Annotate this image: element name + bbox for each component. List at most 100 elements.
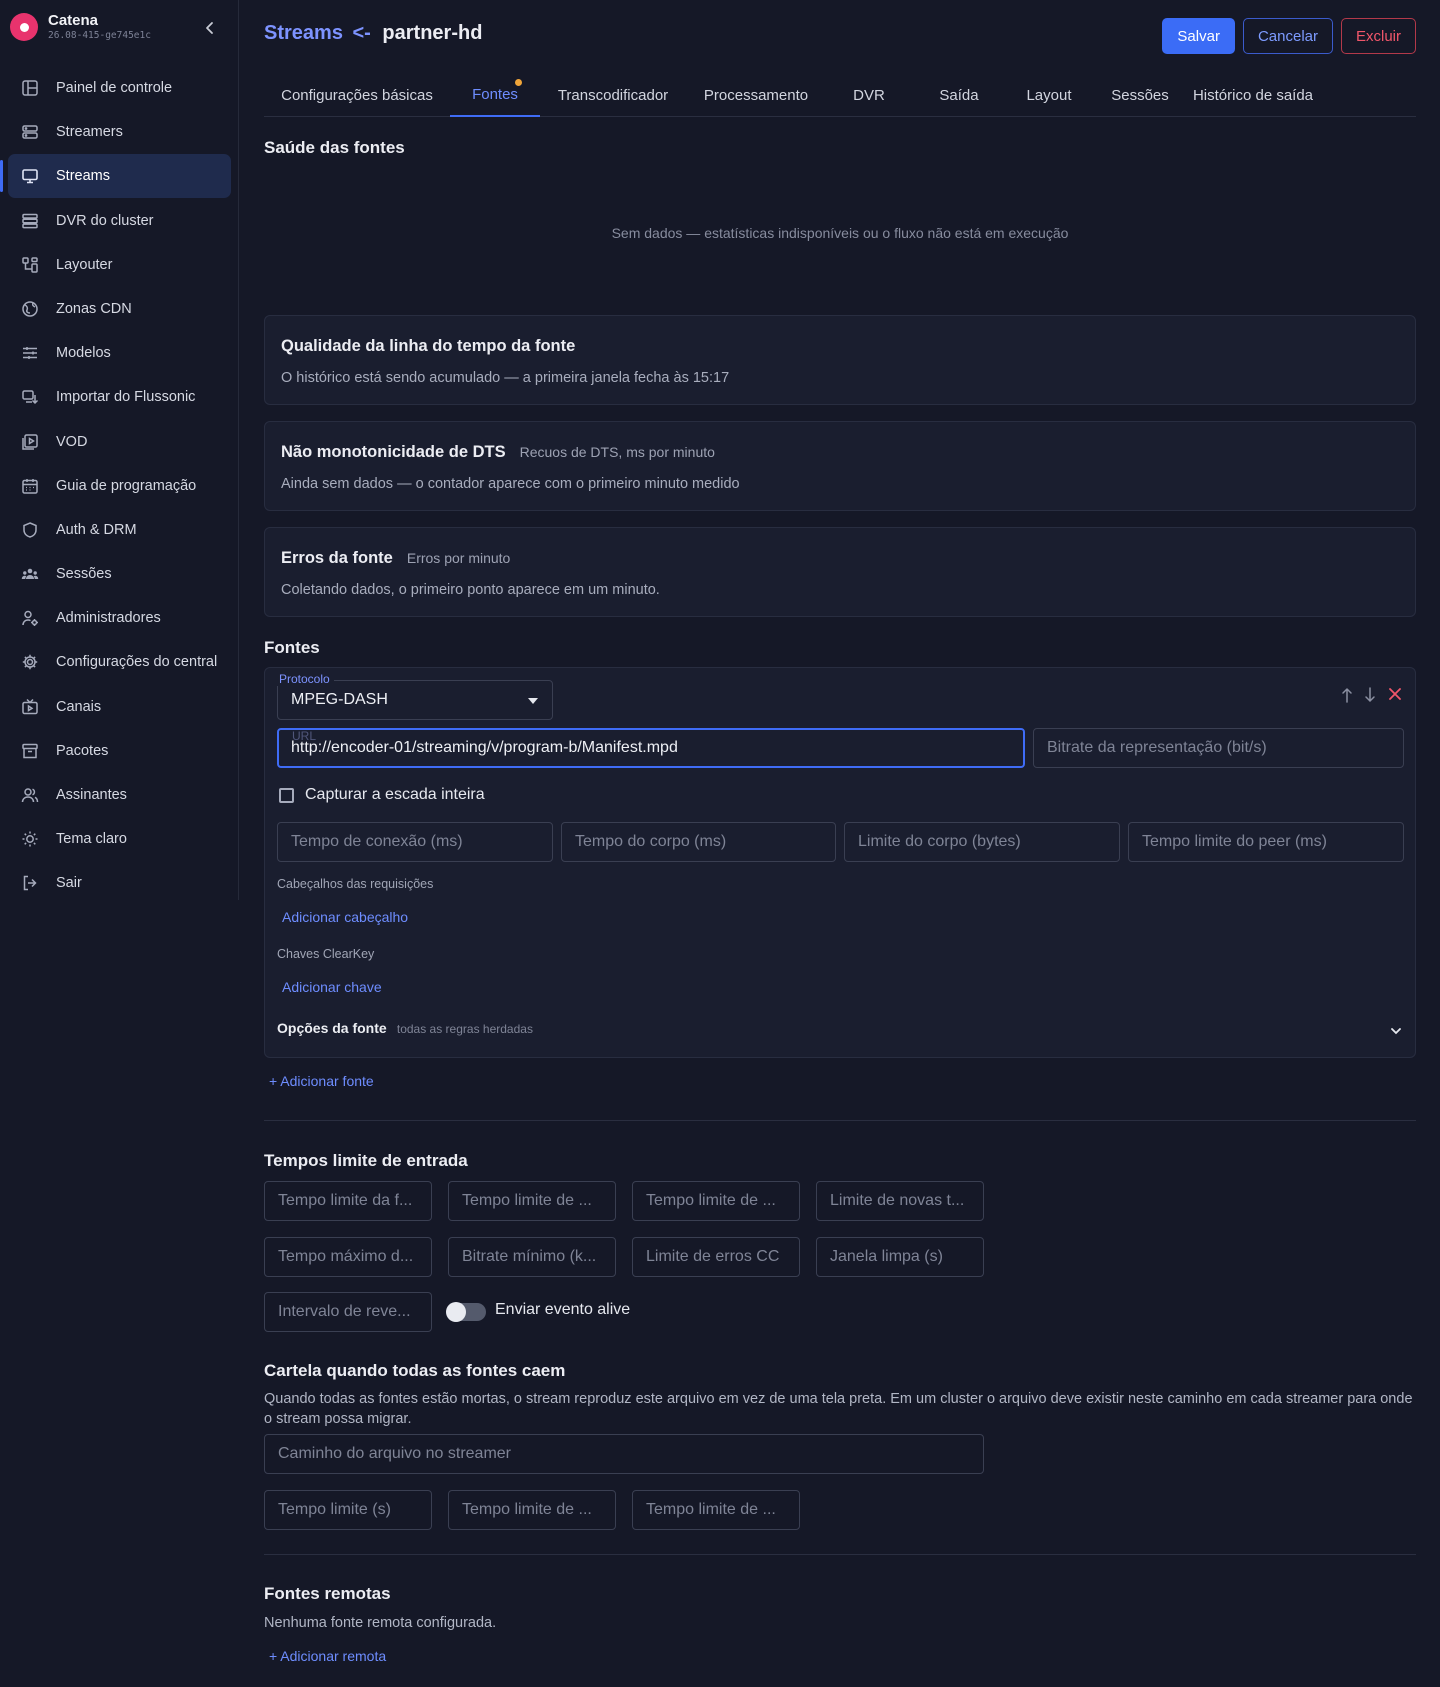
logo [10,13,38,41]
sidebar-item-dvr[interactable]: DVR do cluster [8,199,231,243]
sidebar-item-vod[interactable]: VOD [8,420,231,464]
tab-dvr[interactable]: DVR [826,74,912,117]
card-title: Qualidade da linha do tempo da fonte [281,337,576,355]
protocol-label: Protocolo [275,672,334,686]
sidebar-nav: Painel de controle Streamers Streams DVR… [0,66,231,906]
retry-limit-input[interactable]: Limite de novas t... [816,1181,984,1221]
arrow-up-icon [1342,687,1352,703]
remove-source-button[interactable] [1385,684,1405,704]
timeout-input-3[interactable]: Tempo limite de ... [632,1181,800,1221]
min-bitrate-input[interactable]: Bitrate mínimo (k... [448,1237,616,1277]
slate-timeout-input-3[interactable]: Tempo limite de ... [632,1490,800,1530]
body-limit-input[interactable]: Limite do corpo (bytes) [844,822,1120,862]
sidebar-item-label: Assinantes [56,787,127,803]
connect-timeout-input[interactable]: Tempo de conexão (ms) [277,822,553,862]
add-source-link[interactable]: + Adicionar fonte [269,1073,374,1089]
tab-layout[interactable]: Layout [1006,74,1092,117]
sidebar-item-subscribers[interactable]: Assinantes [8,773,231,817]
layout-icon [20,255,40,275]
dts-subtitle: Recuos de DTS, ms por minuto [519,444,715,460]
collapse-sidebar-button[interactable] [200,18,220,38]
sidebar-item-central-settings[interactable]: Configurações do central [8,640,231,684]
source-timeout-input[interactable]: Tempo limite da f... [264,1181,432,1221]
breadcrumb-streams-link[interactable]: Streams [264,22,343,44]
capture-ladder-checkbox[interactable] [279,788,294,803]
tab-processing[interactable]: Processamento [686,74,826,117]
cc-error-limit-input[interactable]: Limite de erros CC [632,1237,800,1277]
page-header: Streams <- partner-hd Salvar Cancelar Ex… [264,18,1416,58]
placeholder: Tempo limite da f... [278,1192,413,1209]
move-up-button[interactable] [1337,685,1357,705]
close-icon [1389,688,1401,700]
source-options-toggle[interactable]: Opções da fonte todas as regras herdadas [277,1020,1405,1042]
sidebar-item-channels[interactable]: Canais [8,685,231,729]
sliders-icon [20,343,40,363]
add-header-link[interactable]: Adicionar cabeçalho [282,909,408,925]
sidebar-item-label: Layouter [56,256,113,273]
sidebar-item-epg[interactable]: Guia de programação [8,464,231,508]
import-icon [20,387,40,407]
url-input[interactable]: http://encoder-01/streaming/v/program-b/… [277,728,1025,768]
play-icon [20,432,40,452]
clean-window-input[interactable]: Janela limpa (s) [816,1237,984,1277]
sidebar-item-sessions[interactable]: Sessões [8,552,231,596]
slate-timeout-input[interactable]: Tempo limite (s) [264,1490,432,1530]
url-label: URL [292,729,317,743]
dts-title: Não monotonicidade de DTS [281,443,506,461]
source-errors-card: Erros da fonte Erros por minuto Coletando… [264,527,1416,617]
tab-transcoder[interactable]: Transcodificador [540,74,686,117]
peer-timeout-input[interactable]: Tempo limite do peer (ms) [1128,822,1404,862]
tab-sessions[interactable]: Sessões [1092,74,1188,117]
tab-bar: Configurações básicas Fontes Transcodifi… [264,74,1416,117]
protocol-select[interactable]: MPEG-DASH [277,680,553,720]
globe-icon [20,299,40,319]
sidebar-item-templates[interactable]: Modelos [8,331,231,375]
sidebar-item-streams[interactable]: Streams [0,154,231,199]
sidebar-item-admins[interactable]: Administradores [8,596,231,640]
sidebar-item-dashboard[interactable]: Painel de controle [8,66,231,110]
sidebar-item-packages[interactable]: Pacotes [8,729,231,773]
sidebar-item-label: Configurações do central [56,654,218,671]
representation-bitrate-input[interactable]: Bitrate da representação (bit/s) [1033,728,1404,768]
placeholder: Limite de novas t... [830,1192,965,1209]
sidebar-item-streamers[interactable]: Streamers [8,110,231,154]
cancel-button[interactable]: Cancelar [1242,18,1333,54]
tab-sources[interactable]: Fontes [450,74,540,117]
timeout-input-2[interactable]: Tempo limite de ... [448,1181,616,1221]
users-icon [20,785,40,805]
add-remote-link[interactable]: + Adicionar remota [269,1648,386,1664]
caret-down-icon [528,698,538,704]
placeholder: Tempo limite do peer (ms) [1142,833,1327,850]
move-down-button[interactable] [1360,685,1380,705]
gear-icon [20,652,40,672]
tab-output[interactable]: Saída [912,74,1006,117]
app-name: Catena [48,12,99,29]
source-options-subtitle: todas as regras herdadas [396,1022,533,1036]
sidebar-item-layouter[interactable]: Layouter [8,243,231,287]
slate-timeout-input-2[interactable]: Tempo limite de ... [448,1490,616,1530]
tab-output-history[interactable]: Histórico de saída [1188,74,1318,117]
delete-button[interactable]: Excluir [1340,18,1416,54]
placeholder: Bitrate da representação (bit/s) [1047,739,1267,756]
clearkey-label: Chaves ClearKey [277,947,375,961]
monitor-icon [20,166,40,186]
save-button[interactable]: Salvar [1162,18,1235,54]
sidebar-item-logout[interactable]: Sair [8,861,231,905]
app-version: 26.08-415-ge745e1c [48,30,151,41]
sidebar-item-auth-drm[interactable]: Auth & DRM [8,508,231,552]
body-timeout-input[interactable]: Tempo do corpo (ms) [561,822,836,862]
sidebar-item-label: Canais [56,698,102,715]
slate-path-input[interactable]: Caminho do arquivo no streamer [264,1434,984,1474]
sidebar-item-cdn-zones[interactable]: Zonas CDN [8,287,231,331]
breadcrumb-arrow: <- [352,22,371,44]
sidebar-item-import-flussonic[interactable]: Importar do Flussonic [8,375,231,419]
check-interval-input[interactable]: Intervalo de reve... [264,1292,432,1332]
alive-event-toggle[interactable] [446,1302,486,1322]
divider [264,1120,1416,1121]
max-time-input[interactable]: Tempo máximo d... [264,1237,432,1277]
tab-basic-settings[interactable]: Configurações básicas [264,74,450,117]
add-key-link[interactable]: Adicionar chave [282,979,382,995]
placeholder: Janela limpa (s) [830,1248,943,1265]
user-gear-icon [20,608,40,628]
sidebar-item-light-theme[interactable]: Tema claro [8,817,231,861]
